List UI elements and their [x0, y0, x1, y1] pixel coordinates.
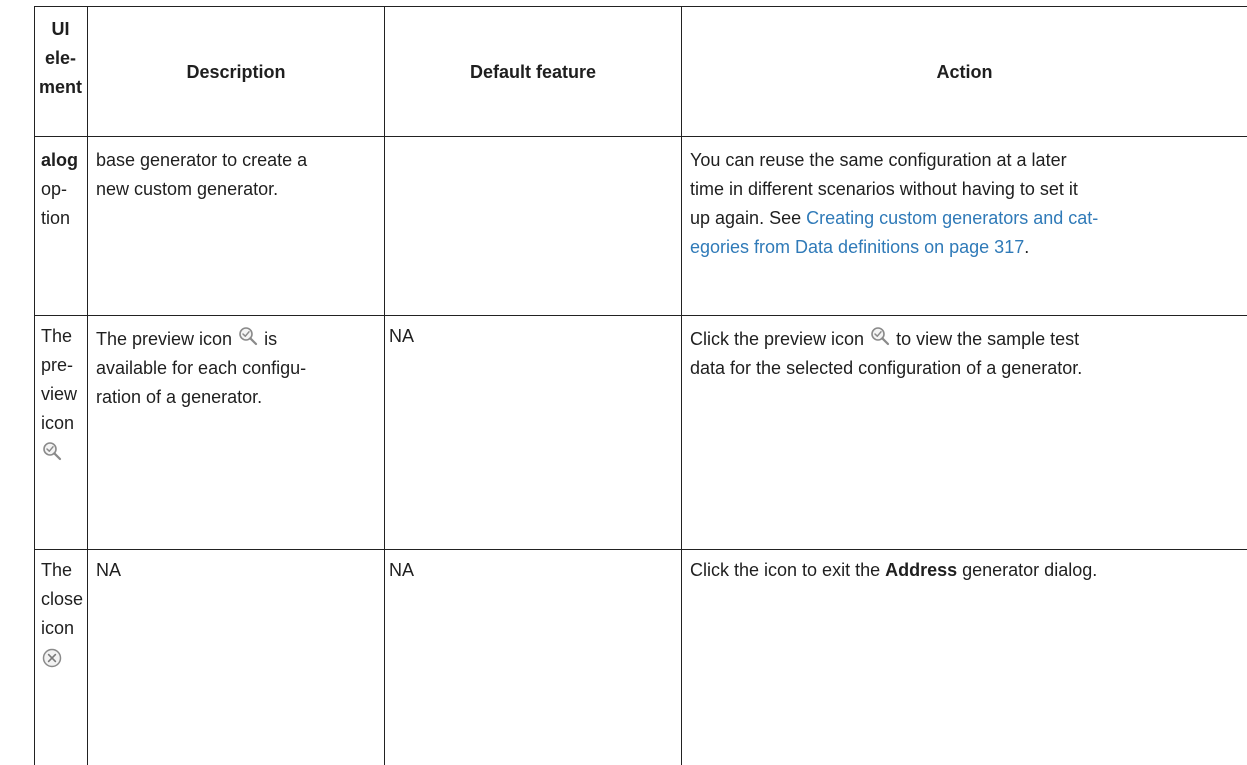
header-ui-element-line1: UI	[51, 19, 70, 39]
row2-description-line1-suffix: is	[259, 329, 278, 349]
row1-action: You can reuse the same configuration at …	[690, 146, 1245, 262]
header-action: Action	[936, 62, 993, 82]
row1-description-line2: new custom generator.	[96, 179, 279, 199]
row1-action-line4: egories from Data definitions on page 31…	[690, 233, 1245, 262]
table-divider-col1	[87, 6, 88, 765]
header-ui-element-line2: ele-	[44, 48, 77, 68]
row2-description: The preview icon is available for each c…	[96, 325, 381, 412]
row2-action-line1: Click the preview icon to view the sampl…	[690, 325, 1245, 354]
row3-default-feature: NA	[389, 560, 415, 580]
row2-action-line1-prefix: Click the preview icon	[690, 329, 870, 349]
row2-description-line2: available for each configu-	[96, 358, 307, 378]
row2-ui-element: The pre- view icon	[41, 322, 77, 462]
magnifier-check-icon	[41, 440, 63, 462]
row2-ui-element-line1: The	[41, 326, 73, 346]
row2-ui-element-line2: pre-	[41, 355, 74, 375]
table-border-left	[34, 6, 35, 765]
row3-action-bold: Address	[885, 560, 958, 580]
table-row-divider-1	[34, 315, 1247, 316]
magnifier-check-icon	[237, 325, 259, 347]
header-ui-element: UI ele- ment	[34, 15, 87, 102]
row2-description-line1: The preview icon is	[96, 325, 381, 354]
row1-description-line1: base generator to create a	[96, 150, 308, 170]
row2-action: Click the preview icon to view the sampl…	[690, 325, 1245, 383]
table-header-divider	[34, 136, 1247, 137]
header-default-feature: Default feature	[469, 62, 597, 82]
row3-ui-element-line2: close	[41, 589, 84, 609]
row1-action-tail: .	[1024, 237, 1030, 257]
row1-ui-element-line1: alog	[41, 150, 79, 170]
row1-ui-element-line2: op-	[41, 179, 68, 199]
row3-ui-element: The close icon	[41, 556, 83, 669]
creating-custom-generators-link-cont[interactable]: egories from Data definitions on page 31…	[690, 237, 1024, 257]
table-divider-col3	[681, 6, 682, 765]
table-border-top	[34, 6, 1247, 7]
header-description: Description	[186, 62, 286, 82]
table-divider-col2	[384, 6, 385, 765]
row1-action-line3: up again. See Creating custom generators…	[690, 204, 1245, 233]
row1-ui-element: alog op- tion	[41, 146, 78, 233]
row2-description-line1-prefix: The preview icon	[96, 329, 238, 349]
row2-ui-element-line4: icon	[41, 413, 75, 433]
row3-description: NA	[96, 560, 122, 580]
row1-description: base generator to create a new custom ge…	[96, 146, 381, 204]
row2-description-line3: ration of a generator.	[96, 387, 263, 407]
row2-ui-element-line3: view	[41, 384, 78, 404]
header-ui-element-line3: ment	[38, 77, 82, 97]
table-row-divider-2	[34, 549, 1247, 550]
close-circle-icon	[41, 647, 63, 669]
row1-action-line3-text: up again. See	[690, 208, 807, 228]
row2-default-feature: NA	[389, 326, 415, 346]
row1-ui-element-line3: tion	[41, 208, 71, 228]
magnifier-check-icon	[869, 325, 891, 347]
row3-action: Click the icon to exit the Address gener…	[690, 556, 1245, 585]
row3-action-suffix: generator dialog.	[957, 560, 1098, 580]
row2-action-line2: data for the selected configuration of a…	[690, 358, 1083, 378]
row3-ui-element-line1: The	[41, 560, 73, 580]
row3-ui-element-line3: icon	[41, 618, 75, 638]
row1-action-line2: time in different scenarios without havi…	[690, 179, 1078, 199]
row2-action-line1-suffix: to view the sample test	[891, 329, 1080, 349]
row3-action-prefix: Click the icon to exit the	[690, 560, 886, 580]
creating-custom-generators-link[interactable]: Creating custom generators and cat-	[806, 208, 1098, 228]
row1-action-line1: You can reuse the same configuration at …	[690, 150, 1067, 170]
